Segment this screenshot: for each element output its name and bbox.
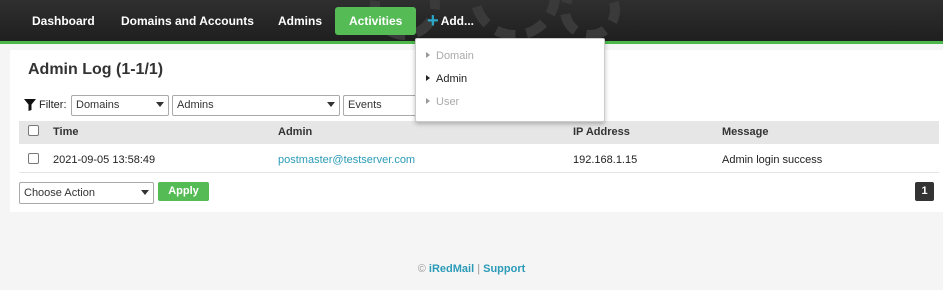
table-header <box>19 121 939 144</box>
footer-separator: | <box>477 263 481 275</box>
footer: © iRedMail | Support <box>0 263 943 275</box>
column-header-ip-address[interactable]: IP Address <box>573 126 630 138</box>
page-title: Admin Log (1-1/1) <box>28 61 164 78</box>
add-dropdown-menu: Domain Admin User <box>415 38 605 122</box>
page-number-button[interactable]: 1 <box>915 182 934 201</box>
caret-right-icon <box>426 98 430 105</box>
choose-action-value: Choose Action <box>24 187 95 199</box>
plus-icon: + <box>427 9 439 32</box>
support-link[interactable]: Support <box>483 263 525 275</box>
row-message: Admin login success <box>722 154 823 166</box>
nav-admins[interactable]: Admins <box>278 7 322 35</box>
events-select[interactable]: Events <box>343 95 421 116</box>
menu-item-domain-label: Domain <box>436 50 474 62</box>
chevron-down-icon <box>156 102 164 107</box>
caret-right-icon <box>426 52 430 59</box>
caret-right-icon <box>426 75 430 82</box>
domains-select-value: Domains <box>76 99 120 111</box>
column-header-message[interactable]: Message <box>722 126 768 138</box>
nav-domains-and-accounts[interactable]: Domains and Accounts <box>121 7 254 35</box>
menu-item-domain[interactable]: Domain <box>426 50 474 62</box>
nav-dashboard[interactable]: Dashboard <box>32 7 95 35</box>
menu-item-user[interactable]: User <box>426 96 459 108</box>
menu-item-admin-label: Admin <box>436 73 468 85</box>
filter-label: Filter: <box>39 99 67 111</box>
nav-add-label: Add... <box>440 14 475 28</box>
select-all-checkbox[interactable] <box>28 125 39 136</box>
row-checkbox[interactable] <box>28 153 39 164</box>
filter-icon <box>24 99 36 111</box>
admins-select-value: Admins <box>177 99 214 111</box>
column-header-time[interactable]: Time <box>53 126 78 138</box>
row-admin-link[interactable]: postmaster@testserver.com <box>278 154 415 166</box>
nav-activities[interactable]: Activities <box>335 7 417 35</box>
nav-add-button[interactable]: + Add... <box>427 7 474 35</box>
apply-button[interactable]: Apply <box>158 182 209 201</box>
events-select-value: Events <box>348 99 382 111</box>
row-ip-address: 192.168.1.15 <box>573 154 638 166</box>
admins-select[interactable]: Admins <box>172 95 340 116</box>
column-header-admin[interactable]: Admin <box>278 126 312 138</box>
copyright-symbol: © <box>417 263 426 275</box>
domains-select[interactable]: Domains <box>71 95 169 116</box>
chevron-down-icon <box>327 102 335 107</box>
iredmail-link[interactable]: iRedMail <box>429 263 474 275</box>
menu-item-admin[interactable]: Admin <box>426 73 467 85</box>
choose-action-select[interactable]: Choose Action <box>19 182 154 204</box>
row-time: 2021-09-05 13:58:49 <box>53 154 156 166</box>
admin-email-link[interactable]: postmaster@testserver.com <box>278 154 415 166</box>
menu-item-user-label: User <box>436 96 460 108</box>
chevron-down-icon <box>141 190 149 195</box>
